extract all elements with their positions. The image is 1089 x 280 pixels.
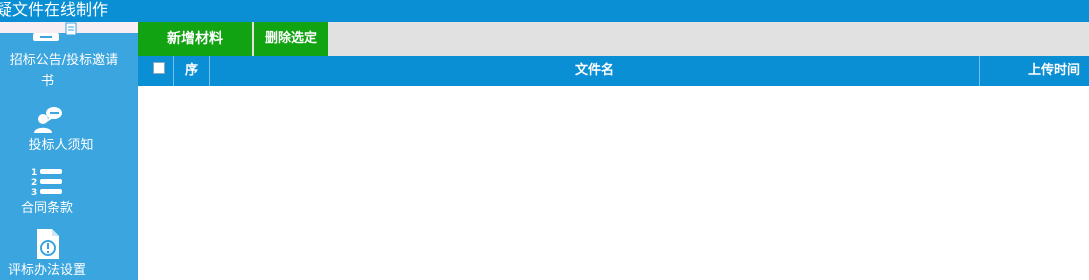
column-header-filename[interactable]: 文件名 [210, 56, 979, 86]
sidebar-item-label: 招标公告/投标邀请 [9, 53, 119, 68]
add-material-button[interactable]: 新增材料 [138, 22, 252, 56]
select-all-checkbox[interactable] [153, 62, 165, 74]
svg-text:2: 2 [31, 178, 37, 188]
select-all-cell [138, 56, 173, 86]
table-body [138, 86, 1089, 280]
app-title-bar: 疑文件在线制作 [0, 0, 1089, 22]
app-title: 疑文件在线制作 [0, 0, 109, 19]
delete-selected-button[interactable]: 删除选定 [254, 22, 328, 56]
sidebar-item-label: 投标人须知 [28, 138, 94, 153]
toolbar: 新增材料 删除选定 [138, 22, 1089, 56]
sidebar-item-label: 评标办法设置 [7, 263, 86, 278]
sidebar-item-contract-terms[interactable]: 1 2 3 合同条款 [0, 162, 138, 222]
sidebar-item-tender-announcement[interactable]: 招标公告/投标邀请 书 [0, 22, 138, 94]
table-header: 序 文件名 上传时间 [138, 56, 1089, 86]
column-header-upload-time[interactable]: 上传时间 [980, 56, 1089, 86]
warning-document-icon [37, 229, 59, 259]
svg-text:1: 1 [31, 168, 37, 178]
sidebar-item-bidder-instructions[interactable]: 投标人须知 [0, 100, 138, 160]
sidebar-item-label: 书 [40, 74, 54, 89]
numbered-list-icon: 1 2 3 [31, 168, 62, 198]
sidebar-item-label: 合同条款 [20, 201, 73, 216]
svg-text:3: 3 [31, 188, 37, 198]
sidebar: 招标公告/投标邀请 书 投标人须知 1 2 3 合同条款 评标办法设置 [0, 22, 138, 280]
document-icon [33, 33, 59, 41]
column-header-seq[interactable]: 序 [174, 56, 209, 86]
sidebar-item-evaluation-method[interactable]: 评标办法设置 [0, 224, 138, 280]
user-chat-icon [34, 107, 62, 133]
edit-document-icon [65, 22, 77, 36]
